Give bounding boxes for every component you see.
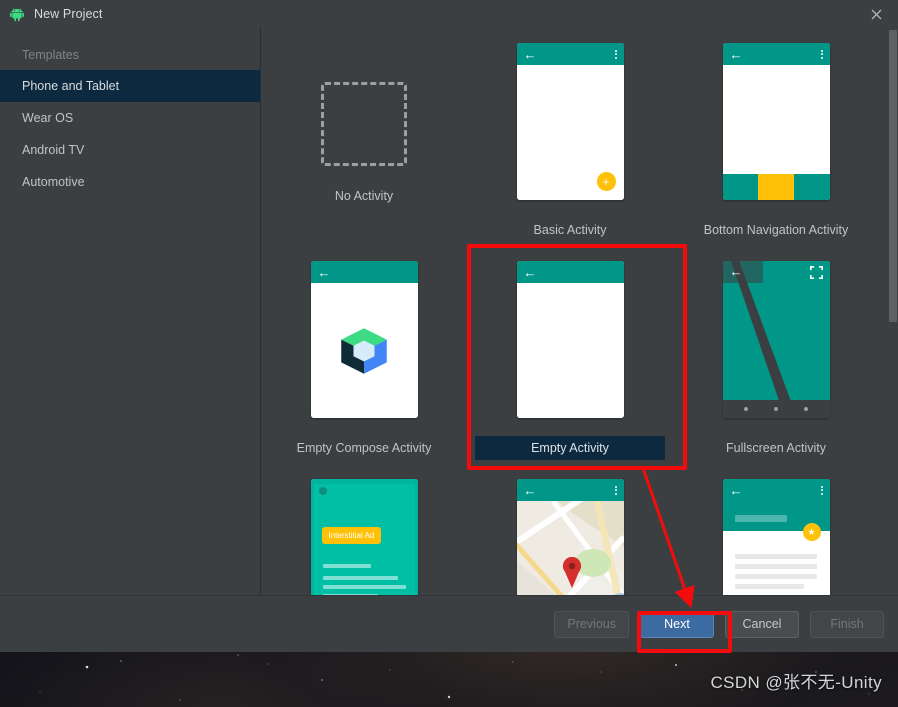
no-activity-placeholder-icon xyxy=(321,82,407,166)
dialog-footer: Previous Next Cancel Finish xyxy=(0,595,898,652)
primary-detail-thumbnail: ← ★ xyxy=(722,479,830,595)
app-bar-controls: ← xyxy=(723,479,830,501)
dialog-body: Templates Phone and Tablet Wear OS Andro… xyxy=(0,27,898,595)
overflow-menu-icon xyxy=(614,485,617,495)
bottom-nav-bar xyxy=(722,174,830,200)
templates-sidebar: Templates Phone and Tablet Wear OS Andro… xyxy=(0,27,261,595)
app-bar: ← xyxy=(310,261,418,283)
fullscreen-activity-thumbnail: ← xyxy=(722,261,830,418)
templates-scrollbar[interactable] xyxy=(887,27,898,595)
template-card-fullscreen-activity[interactable]: ← Fullscreen Activity xyxy=(673,261,879,479)
close-glyph xyxy=(871,9,881,19)
sidebar-item-wear-os[interactable]: Wear OS xyxy=(0,102,260,134)
map-illustration xyxy=(516,501,624,595)
overflow-menu-icon xyxy=(820,485,823,495)
sidebar-item-phone-and-tablet[interactable]: Phone and Tablet xyxy=(0,70,260,102)
dialog-titlebar: New Project xyxy=(0,0,898,27)
android-robot-icon xyxy=(10,7,24,21)
app-bar: ← xyxy=(722,43,830,65)
watermark-text: CSDN @张不无-Unity xyxy=(710,673,882,692)
phone-content xyxy=(516,283,624,418)
status-bar-overlay xyxy=(722,261,763,283)
close-icon[interactable] xyxy=(864,2,888,26)
detail-text-line xyxy=(734,574,817,579)
templates-grid: No Activity ← + Basic Activity ← Bottom … xyxy=(261,27,879,595)
fullscreen-expand-icon xyxy=(809,266,823,279)
floating-action-button-icon: + xyxy=(596,172,616,191)
template-label: Empty Compose Activity xyxy=(296,441,432,455)
app-bar: ← xyxy=(516,479,624,501)
app-bar: ← xyxy=(516,261,624,283)
empty-activity-thumbnail: ← xyxy=(516,261,624,418)
google-maps-thumbnail: ← xyxy=(516,479,624,595)
basic-activity-thumbnail: ← + xyxy=(516,43,624,200)
new-project-dialog: New Project Templates Phone and Tablet W… xyxy=(0,0,898,653)
ad-text-line xyxy=(322,585,406,589)
bottom-navigation-thumbnail: ← xyxy=(722,43,830,200)
back-arrow-icon: ← xyxy=(523,264,537,280)
fullscreen-canvas: ← xyxy=(722,261,830,418)
template-card-bottom-navigation-activity[interactable]: ← Bottom Navigation Activity xyxy=(673,43,879,261)
jetpack-compose-logo-icon xyxy=(341,327,387,374)
sidebar-header: Templates xyxy=(22,48,79,62)
scrollbar-thumb[interactable] xyxy=(889,30,897,322)
header-text-placeholder xyxy=(734,515,787,522)
empty-compose-thumbnail: ← xyxy=(310,261,418,418)
template-card-interstitial-ad-activity[interactable]: Interstitial Ad xyxy=(261,479,467,595)
app-bar: ← xyxy=(516,43,624,65)
template-card-empty-compose-activity[interactable]: ← Empty Compose Activity xyxy=(261,261,467,479)
template-card-google-maps-activity[interactable]: ← xyxy=(467,479,673,595)
back-arrow-icon: ← xyxy=(317,264,331,280)
ad-canvas: Interstitial Ad xyxy=(310,479,418,595)
back-arrow-icon: ← xyxy=(729,482,743,498)
templates-grid-panel: No Activity ← + Basic Activity ← Bottom … xyxy=(261,27,898,595)
sidebar-item-android-tv[interactable]: Android TV xyxy=(0,134,260,166)
template-label: Fullscreen Activity xyxy=(725,441,827,455)
template-card-primary-detail-flow[interactable]: ← ★ xyxy=(673,479,879,595)
template-label-selected: Empty Activity xyxy=(475,436,665,460)
overflow-menu-icon xyxy=(820,49,823,59)
map-canvas xyxy=(516,501,624,595)
detail-text-line xyxy=(734,554,817,559)
star-fab-icon: ★ xyxy=(802,523,821,541)
template-card-basic-activity[interactable]: ← + Basic Activity xyxy=(467,43,673,261)
template-label: Bottom Navigation Activity xyxy=(703,223,849,237)
cancel-button[interactable]: Cancel xyxy=(725,610,799,638)
back-arrow-icon: ← xyxy=(729,264,743,279)
ad-avatar-dot-icon xyxy=(318,487,327,495)
finish-button[interactable]: Finish xyxy=(810,610,884,638)
dialog-title: New Project xyxy=(34,6,103,21)
page-indicator-dots xyxy=(722,400,830,418)
detail-text-line xyxy=(734,564,817,569)
template-card-empty-activity[interactable]: ← Empty Activity xyxy=(467,261,673,479)
interstitial-ad-thumbnail: Interstitial Ad xyxy=(310,479,418,595)
interstitial-ad-badge: Interstitial Ad xyxy=(321,527,382,544)
previous-button[interactable]: Previous xyxy=(554,610,629,638)
detail-text-line xyxy=(734,584,804,589)
back-arrow-icon: ← xyxy=(523,46,537,62)
phone-content xyxy=(310,283,418,418)
overflow-menu-icon xyxy=(614,49,617,59)
next-button[interactable]: Next xyxy=(640,610,714,638)
ad-text-line xyxy=(322,576,398,580)
template-card-no-activity[interactable]: No Activity xyxy=(261,43,467,261)
template-label: No Activity xyxy=(334,189,394,203)
back-arrow-icon: ← xyxy=(523,482,537,498)
template-label: Basic Activity xyxy=(533,223,607,237)
sidebar-item-automotive[interactable]: Automotive xyxy=(0,166,260,198)
ad-text-line xyxy=(322,564,371,568)
back-arrow-icon: ← xyxy=(729,46,743,62)
diagonal-stripe xyxy=(722,261,797,418)
